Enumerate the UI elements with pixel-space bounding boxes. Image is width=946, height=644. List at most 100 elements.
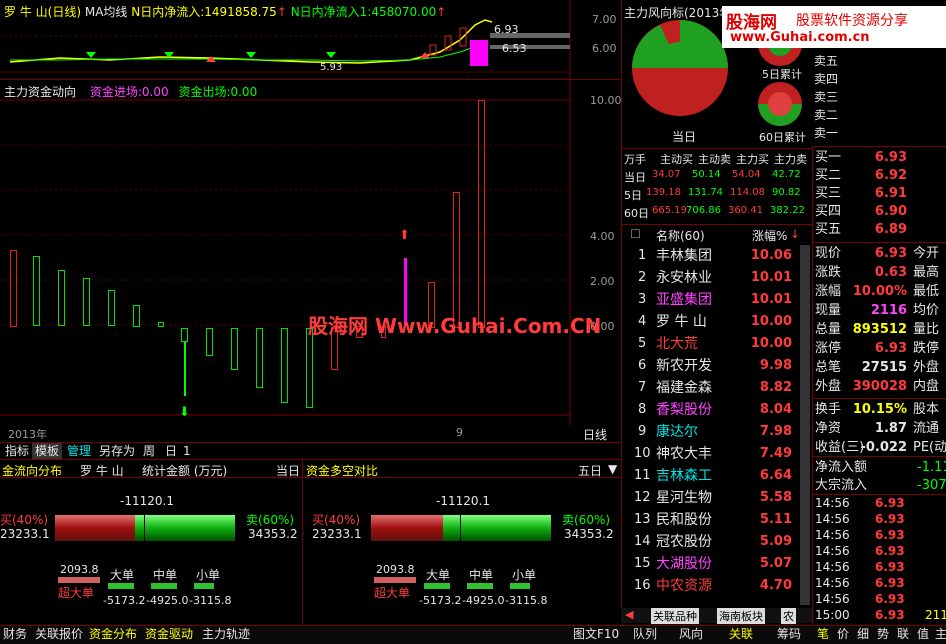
rank-row[interactable]: 5 北大荒 10.00 [622,333,800,355]
quote-key2: 外盘 [913,360,940,375]
tab-week[interactable]: 周 [140,443,158,459]
rank-row[interactable]: 9 康达尔 7.98 [622,421,800,443]
tab-mini[interactable]: 联 [894,626,912,642]
rank-no: 5 [638,336,647,351]
fund-panel[interactable]: 主力资金动向 资金进场:0.00 资金出场:0.00 ⬇ ⬆ 10.00 4.0… [0,80,622,443]
quote-panel: 买一 6.93 买二 6.92 买三 6.91 买四 6.90 买五 6.89 现价 6.93 今开涨… [812,146,946,624]
tab-related[interactable]: 关联 [726,626,756,642]
quote-key: 总笔 [815,360,842,375]
quote-val: 10.15% [852,402,907,417]
rank-row[interactable]: 15 大湖股份 5.07 [622,553,800,575]
tick-price: 6.93 [875,512,905,526]
rank-name: 吉林森工 [656,468,712,484]
fund-bar [306,328,313,408]
y-tick: 2.00 [590,275,615,288]
tick-row: 14:56 6.93 [813,495,946,511]
tab-mini[interactable]: 细 [854,626,872,642]
rank-name: 民和股份 [656,512,712,528]
chg-header[interactable]: 涨幅% [752,227,787,244]
tab-indicator[interactable]: 指标 [2,443,32,459]
rank-name: 亚盛集团 [656,292,712,308]
rank-chg: 7.98 [759,424,792,439]
kline-panel[interactable]: 罗 牛 山(日线) MA均线 N日内净流入:1491858.75↑ N日内净流入… [0,0,620,80]
fund-bar [133,305,140,327]
flow-net: -11120.1 [436,494,490,508]
scroll-left-icon[interactable]: ◀ [625,608,633,621]
tick-price: 6.93 [875,496,905,510]
fund-bar [256,328,263,388]
rank-name: 香梨股份 [656,402,712,418]
rank-row[interactable]: 3 亚盛集团 10.01 [622,289,800,311]
rank-row[interactable]: 13 民和股份 5.11 [622,509,800,531]
tab-fund-dist[interactable]: 资金分布 [86,626,140,642]
tab-mini[interactable]: 势 [874,626,892,642]
quote-key2: 内盘 [913,379,940,394]
tick-price: 6.93 [875,544,905,558]
rank-row[interactable]: 16 中农资源 4.70 [622,575,800,597]
flow-metric: 统计金额 (万元) [142,464,228,478]
checkbox-icon[interactable]: ☐ [630,227,641,241]
dropdown-icon[interactable]: ▼ [608,462,617,476]
tab-save-as[interactable]: 另存为 [96,443,138,459]
tick-row: 14:56 6.93 [813,575,946,591]
tab-fund-drive[interactable]: 资金驱动 [142,626,196,642]
sort-down-icon[interactable]: ↓ [790,227,800,241]
scrollbar[interactable] [800,245,810,605]
tab-wind[interactable]: 风向 [676,626,706,642]
fund-bar [10,250,17,327]
rank-row[interactable]: 7 福建金森 8.82 [622,377,800,399]
rank-list[interactable]: ☐ 名称(60) 涨幅% ↓ 1 丰林集团 10.06 2 永安林业 10.01 3 亚盛集团… [621,224,812,608]
tick-price: 6.93 [875,560,905,574]
net-row: 大宗流入 -307 [813,477,946,495]
buy-bar [371,515,443,541]
rank-row[interactable]: 4 罗 牛 山 10.00 [622,311,800,333]
tab-main-track[interactable]: 主力轨迹 [199,626,253,642]
cell: 34.07 [652,169,681,180]
site-logo: 股海网 股票软件资源分享 www.Guhai.com.cn [722,6,946,48]
rank-row[interactable]: 2 永安林业 10.01 [622,267,800,289]
tab-chips[interactable]: 筹码 [774,626,804,642]
flow-period[interactable]: 当日 [276,462,300,479]
tab-related-varieties[interactable]: 关联品种 [651,608,699,624]
tab-one[interactable]: 1 [180,443,194,459]
col-header: 主动买 [660,153,693,166]
rank-row[interactable]: 6 新农开发 9.98 [622,355,800,377]
rank-row[interactable]: 14 冠农股份 5.09 [622,531,800,553]
tab-hainan-sector[interactable]: 海南板块 [717,608,765,624]
rank-no: 9 [638,424,647,439]
tab-mini[interactable]: 主 [932,626,946,642]
tab-related-quote[interactable]: 关联报价 [32,626,86,642]
sell-bar [135,515,235,541]
fund-bar [108,290,115,326]
quote-val: 1.87 [874,421,907,436]
rank-chg: 5.58 [759,490,792,505]
rank-row[interactable]: 11 吉林森工 6.64 [622,465,800,487]
flow-left-panel: 金流向分布 罗 牛 山 统计金额 (万元) 当日 -11120.1 买(40%)… [0,460,303,624]
rank-row[interactable]: 12 星河生物 5.58 [622,487,800,509]
tab-agri[interactable]: 农 [781,608,796,624]
rank-name: 北大荒 [656,336,698,352]
big-label: 大单 [110,568,135,582]
tab-manage[interactable]: 管理 [64,443,94,459]
tab-template[interactable]: 模板 [32,443,63,459]
ask-label: 卖二 [814,108,839,122]
quote-key2: 股本 [913,402,940,417]
rank-row[interactable]: 8 香梨股份 8.04 [622,399,800,421]
tab-mini[interactable]: 价 [834,626,852,642]
rank-chg: 5.07 [759,556,792,571]
cycle-label[interactable]: 日线 [583,426,607,443]
tab-queue[interactable]: 队列 [630,626,660,642]
quote-key: 外盘 [815,379,842,394]
rank-chg: 5.11 [759,512,792,527]
rank-row[interactable]: 10 神农大丰 7.49 [622,443,800,465]
tab-day[interactable]: 日 [162,443,180,459]
rank-no: 11 [634,468,651,483]
flow-period[interactable]: 五日 [578,462,602,479]
ask-label: 卖一 [814,126,839,140]
rank-row[interactable]: 1 丰林集团 10.06 [622,245,800,267]
tab-finance[interactable]: 财务 [0,626,30,642]
tab-f10[interactable]: 图文F10 [570,626,622,642]
rank-chg: 10.01 [750,292,792,307]
tab-mini[interactable]: 笔 [814,626,832,642]
tab-mini[interactable]: 值 [914,626,932,642]
